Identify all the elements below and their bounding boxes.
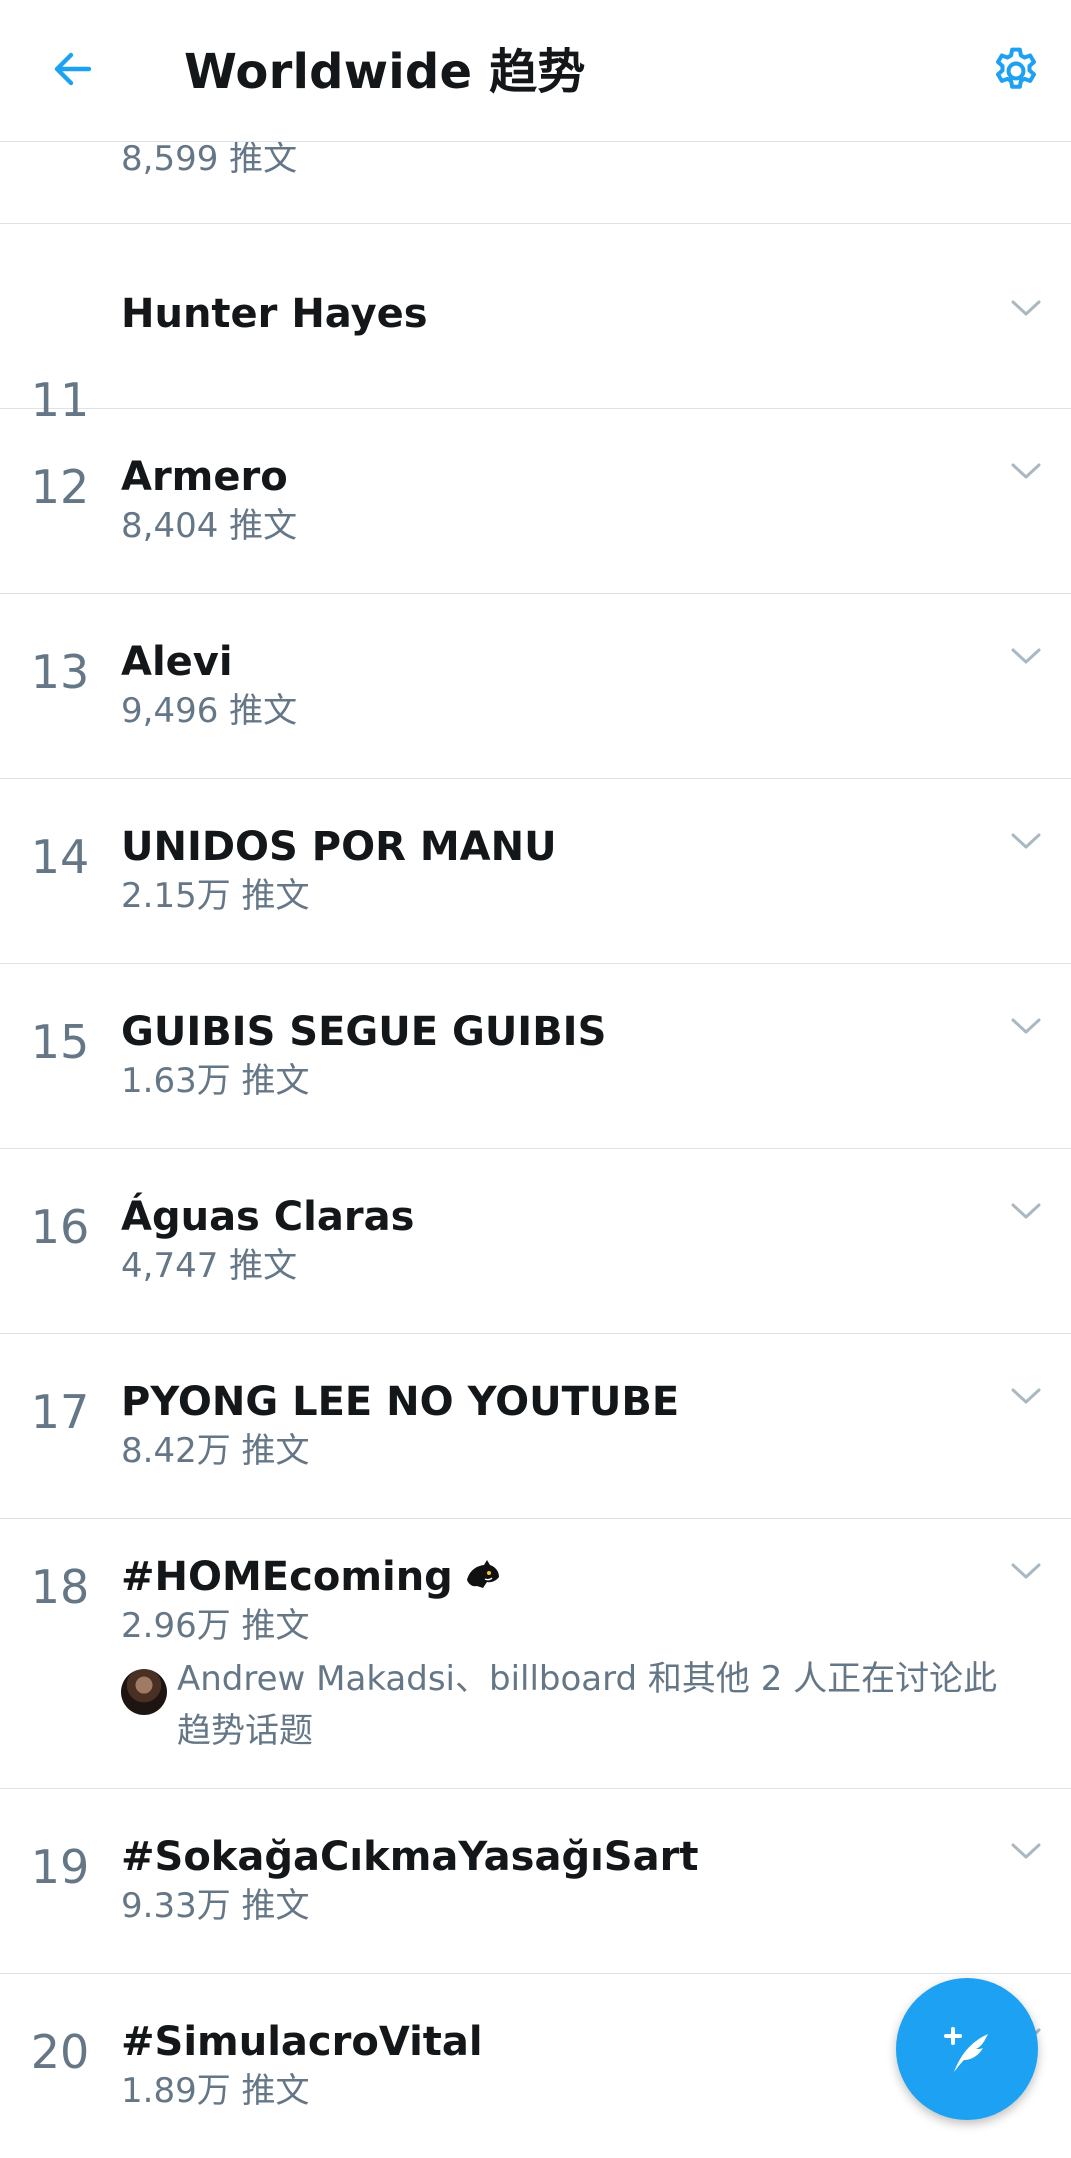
trend-name-text: #HOMEcoming <box>121 1554 453 1600</box>
tweet-count: 8,404 推文 <box>121 506 298 546</box>
tweet-count: 8.42万 推文 <box>121 1431 310 1471</box>
chevron-down-icon <box>1011 1018 1041 1034</box>
gear-icon <box>995 47 1037 89</box>
trend-menu-button[interactable] <box>1001 1006 1051 1046</box>
compose-tweet-icon <box>944 2027 988 2072</box>
trend-name: #HOMEcoming <box>121 1553 501 1601</box>
trend-name: UNIDOS POR MANU <box>121 824 557 870</box>
trend-menu-button[interactable] <box>1001 451 1051 491</box>
chevron-down-icon <box>1011 648 1041 664</box>
trend-item[interactable]: 16 Águas Claras 4,747 推文 <box>0 1149 1071 1334</box>
top-app-bar: Worldwide 趋势 <box>0 0 1071 142</box>
trend-item[interactable]: 18 #HOMEcoming 2.96万 推文 Andrew Makadsi、b… <box>0 1519 1071 1789</box>
avatar <box>121 1669 167 1715</box>
chevron-down-icon <box>1011 1843 1041 1859</box>
tweet-count: 1.63万 推文 <box>121 1061 310 1101</box>
trend-name: Alevi <box>121 639 233 685</box>
trend-rank: 16 <box>30 1200 90 1254</box>
chevron-down-icon <box>1011 463 1041 479</box>
page-title: Worldwide 趋势 <box>184 44 586 100</box>
trend-name: GUIBIS SEGUE GUIBIS <box>121 1009 607 1055</box>
trend-rank: 18 <box>30 1560 90 1614</box>
trend-rank: 20 <box>30 2025 90 2079</box>
trend-name: #SokağaCıkmaYasağıSart <box>121 1834 699 1880</box>
trend-context: Andrew Makadsi、billboard 和其他 2 人正在讨论此趋势话… <box>121 1653 1031 1757</box>
trends-list: 8,599 推文 11 Hunter Hayes 12 Armero 8,404… <box>0 139 1071 2158</box>
trend-menu-button[interactable] <box>1001 1191 1051 1231</box>
tweet-count: 2.15万 推文 <box>121 876 310 916</box>
trend-menu-button[interactable] <box>1001 1831 1051 1871</box>
trend-menu-button[interactable] <box>1001 821 1051 861</box>
trend-name: Águas Claras <box>121 1194 415 1240</box>
chevron-down-icon <box>1011 1388 1041 1404</box>
trend-menu-button[interactable] <box>1001 1551 1051 1591</box>
tweet-count: 2.96万 推文 <box>121 1606 310 1646</box>
trend-menu-button[interactable] <box>1001 288 1051 328</box>
back-button[interactable] <box>40 36 106 102</box>
chevron-down-icon <box>1011 1563 1041 1579</box>
trend-rank: 19 <box>30 1840 90 1894</box>
panther-emoji-icon <box>466 1560 499 1588</box>
chevron-down-icon <box>1011 300 1041 316</box>
trend-item[interactable]: 19 #SokağaCıkmaYasağıSart 9.33万 推文 <box>0 1789 1071 1974</box>
tweet-count: 9.33万 推文 <box>121 1886 310 1926</box>
trend-name: Armero <box>121 454 288 500</box>
chevron-down-icon <box>1011 833 1041 849</box>
trend-name: PYONG LEE NO YOUTUBE <box>121 1379 680 1425</box>
trend-item[interactable]: 15 GUIBIS SEGUE GUIBIS 1.63万 推文 <box>0 964 1071 1149</box>
trend-rank: 17 <box>30 1385 90 1439</box>
trends-screen: Worldwide 趋势 8,599 推文 11 Hunter Hayes 12… <box>0 0 1071 2158</box>
tweet-count: 4,747 推文 <box>121 1246 298 1286</box>
trend-menu-button[interactable] <box>1001 1376 1051 1416</box>
trend-item[interactable]: 14 UNIDOS POR MANU 2.15万 推文 <box>0 779 1071 964</box>
trend-item-partial[interactable]: 8,599 推文 <box>0 139 1071 224</box>
trend-item[interactable]: 17 PYONG LEE NO YOUTUBE 8.42万 推文 <box>0 1334 1071 1519</box>
arrow-left-icon <box>54 52 92 86</box>
tweet-count: 8,599 推文 <box>121 139 298 179</box>
trend-item[interactable]: 13 Alevi 9,496 推文 <box>0 594 1071 779</box>
trend-item[interactable]: 11 Hunter Hayes <box>0 224 1071 427</box>
trend-menu-button[interactable] <box>1001 636 1051 676</box>
tweet-count: 9,496 推文 <box>121 691 298 731</box>
chevron-down-icon <box>1011 1203 1041 1219</box>
trend-rank: 15 <box>30 1015 90 1069</box>
trend-name: #SimulacroVital <box>121 2019 483 2065</box>
tweet-count: 1.89万 推文 <box>121 2071 310 2111</box>
settings-button[interactable] <box>981 36 1051 106</box>
trend-item[interactable]: 12 Armero 8,404 推文 <box>0 409 1071 594</box>
trend-rank: 14 <box>30 830 90 884</box>
compose-tweet-button[interactable] <box>896 1978 1038 2120</box>
trend-name: Hunter Hayes <box>121 291 428 337</box>
trend-context-text: Andrew Makadsi、billboard 和其他 2 人正在讨论此趋势话… <box>177 1659 998 1751</box>
trend-rank: 12 <box>30 460 90 514</box>
trend-rank: 13 <box>30 645 90 699</box>
